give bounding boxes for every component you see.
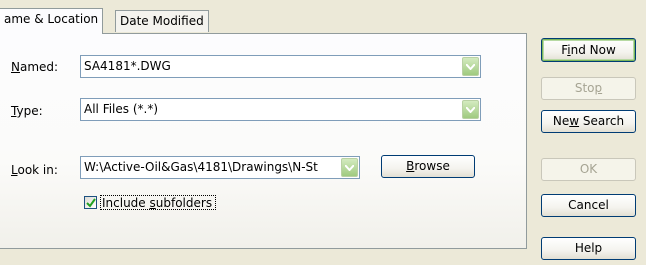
stop-button[interactable]: Stop (541, 77, 636, 100)
lookin-label: Look in: (11, 163, 58, 177)
lookin-value: W:\Active-Oil&Gas\4181\Drawings\N-St (84, 160, 318, 174)
browse-label: Browse (406, 159, 450, 173)
type-combo[interactable]: All Files (*.*) (80, 98, 481, 121)
chevron-down-icon (345, 165, 354, 171)
type-dropdown-button[interactable] (462, 100, 479, 119)
ok-button[interactable]: OK (541, 158, 636, 181)
lookin-combo[interactable]: W:\Active-Oil&Gas\4181\Drawings\N-St (80, 156, 360, 179)
type-value: All Files (*.*) (84, 102, 159, 116)
new-search-button[interactable]: New Search (541, 110, 636, 133)
help-label: Help (574, 241, 603, 255)
chevron-down-icon (466, 107, 475, 113)
include-subfolders-checkbox[interactable] (84, 196, 97, 209)
checkmark-icon (86, 198, 96, 208)
tab-name-location[interactable]: ame & Location (0, 8, 104, 34)
include-subfolders-label[interactable]: Include subfolders (102, 196, 212, 210)
named-combo[interactable]: SA4181*.DWG (80, 55, 481, 78)
cancel-button[interactable]: Cancel (541, 194, 636, 217)
browse-button[interactable]: Browse (381, 155, 475, 178)
named-dropdown-button[interactable] (462, 57, 479, 76)
tab-date-modified-label: Date Modified (120, 14, 204, 28)
find-now-button[interactable]: Find Now (541, 38, 636, 62)
cancel-label: Cancel (568, 198, 609, 212)
named-label: Named: (11, 60, 59, 74)
lookin-dropdown-button[interactable] (341, 158, 358, 177)
chevron-down-icon (466, 64, 475, 70)
help-button[interactable]: Help (541, 237, 636, 260)
ok-label: OK (579, 162, 598, 176)
tab-date-modified[interactable]: Date Modified (115, 10, 209, 32)
named-value: SA4181*.DWG (84, 59, 171, 73)
type-label: Type: (11, 104, 43, 118)
tab-name-location-label: ame & Location (4, 12, 99, 26)
